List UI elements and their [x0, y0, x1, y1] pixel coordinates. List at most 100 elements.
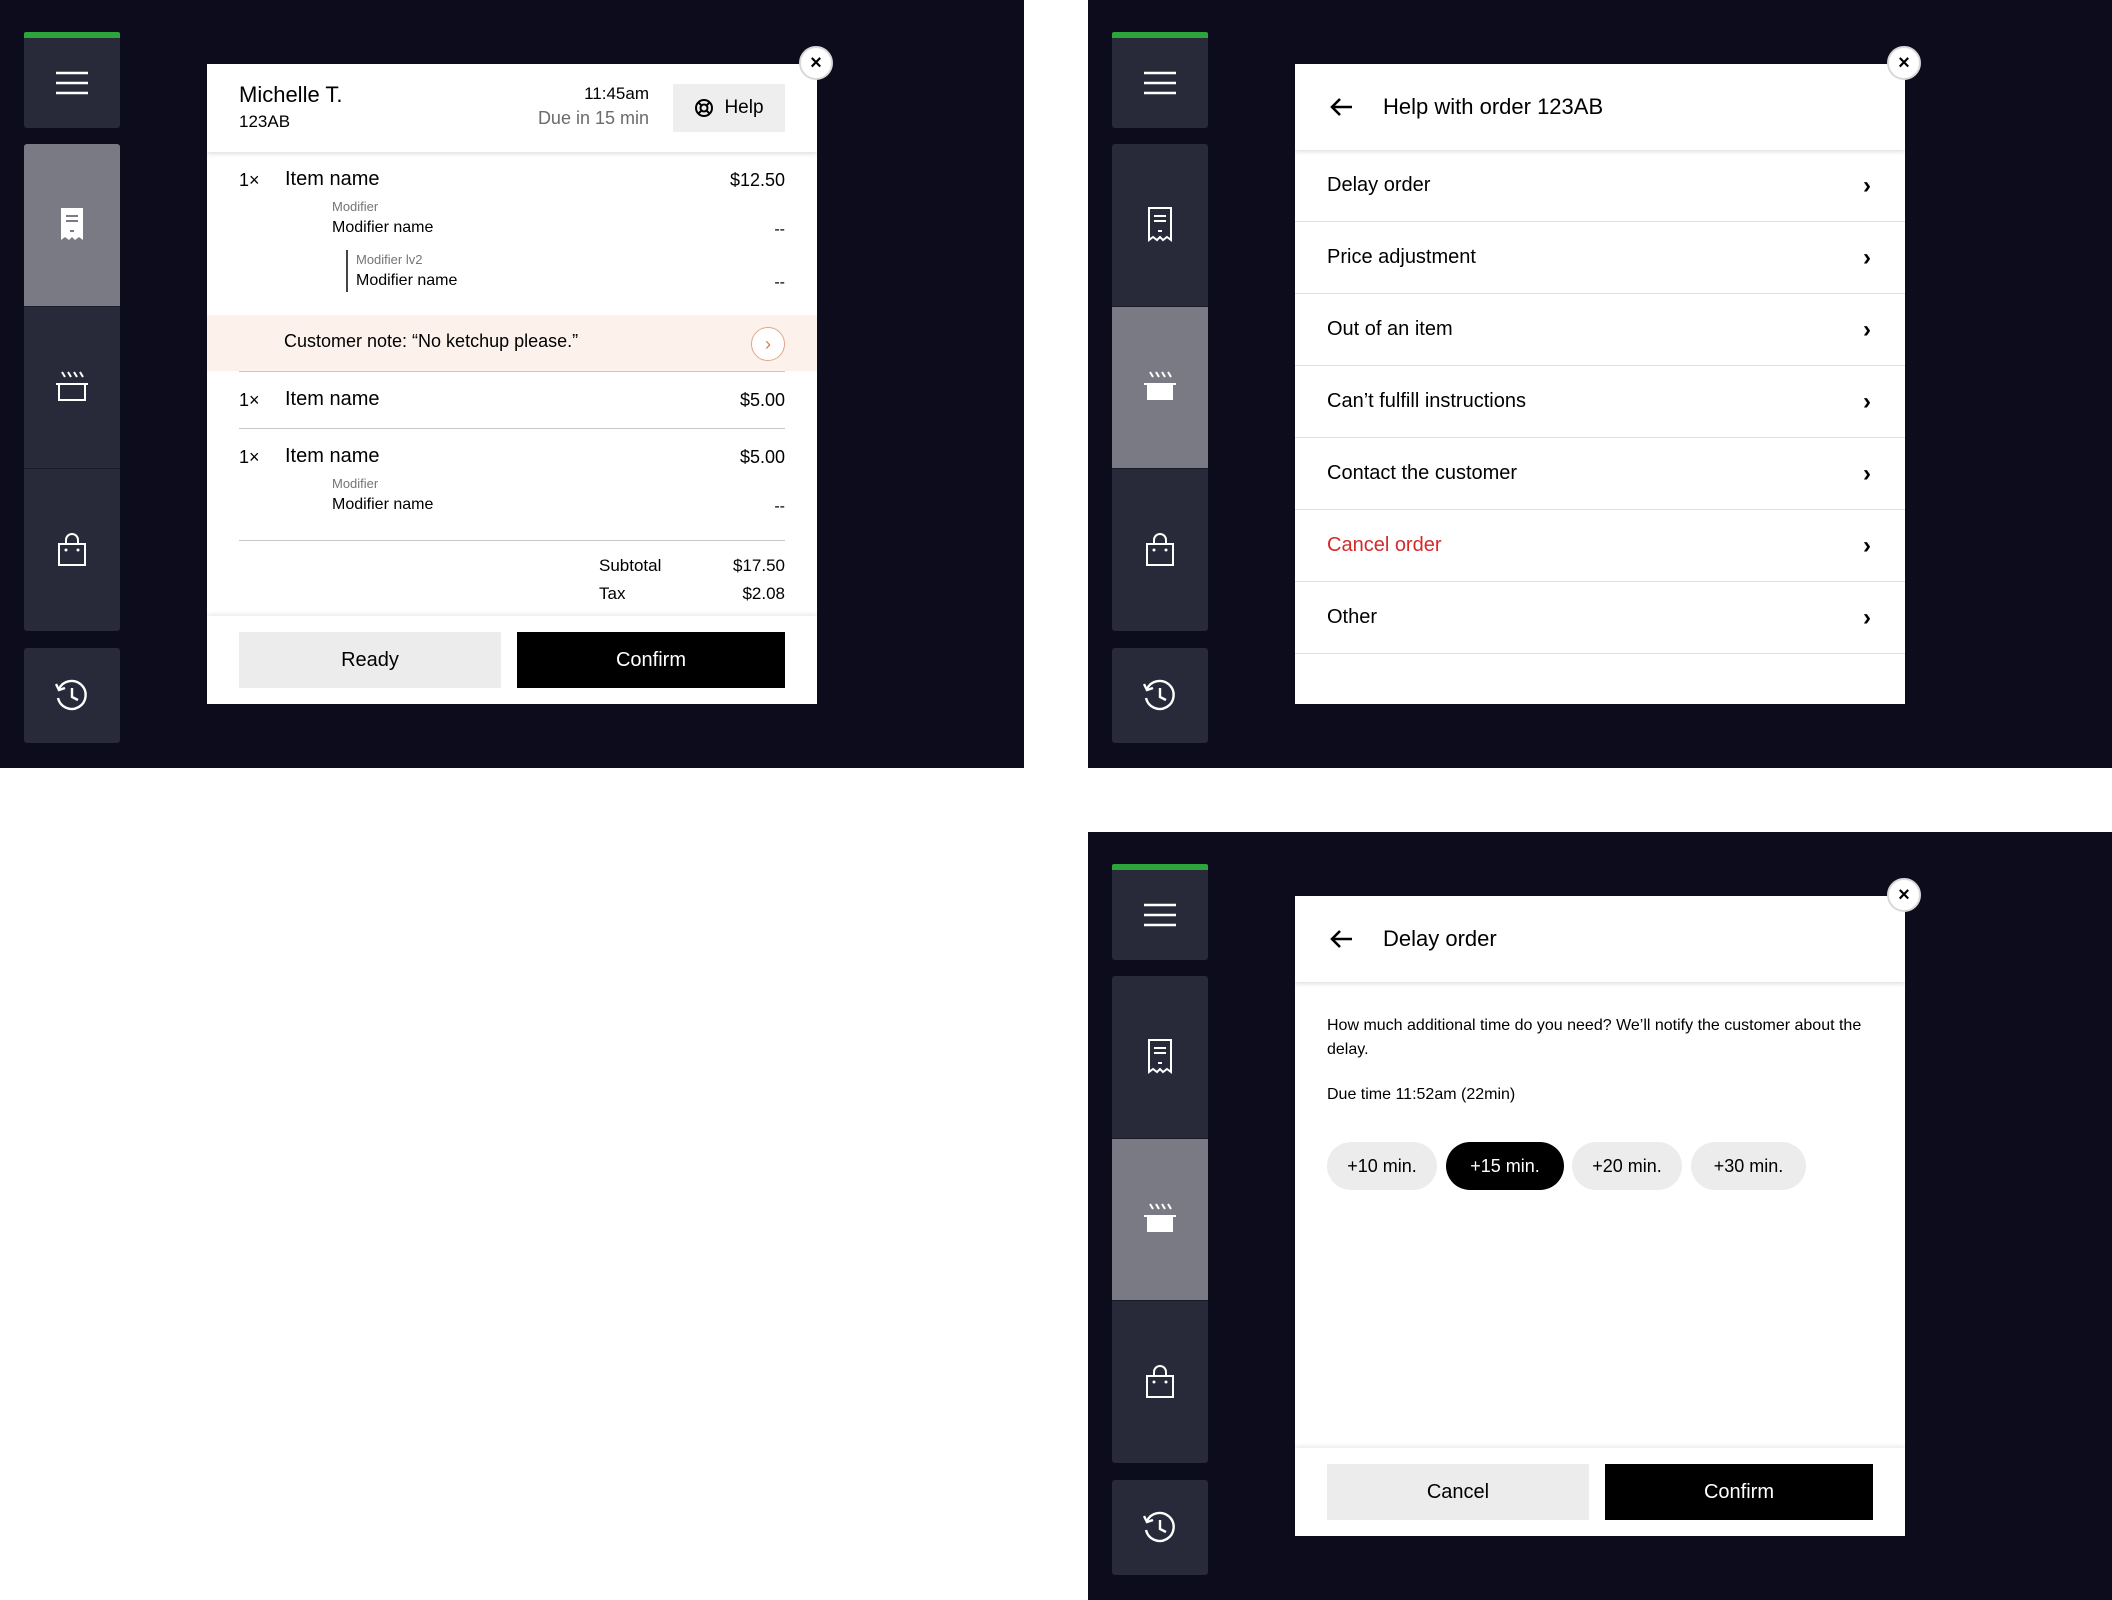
chevron-right-icon: ›: [1863, 532, 1871, 559]
confirm-button[interactable]: Confirm: [1605, 1464, 1873, 1520]
order-item: 1× Item name $12.50 Modifier Modifier na…: [239, 166, 785, 294]
customer-note-text: Customer note: “No ketchup please.”: [284, 331, 579, 351]
help-menu-screen: Help with order 123AB Delay order › Pric…: [1088, 0, 2112, 768]
shopping-bag-icon: [1146, 1364, 1174, 1398]
menu-icon: [56, 71, 88, 95]
receipt-icon: [61, 208, 83, 240]
help-option-out-of-item[interactable]: Out of an item ›: [1295, 294, 1905, 366]
history-button[interactable]: [24, 648, 120, 743]
delay-question: How much additional time do you need? We…: [1327, 1017, 1862, 1058]
close-icon[interactable]: ×: [1887, 878, 1921, 912]
divider: [239, 540, 785, 541]
chevron-right-icon: ›: [1863, 460, 1871, 487]
item-quantity: 1×: [239, 390, 260, 410]
tab-orders[interactable]: [1112, 976, 1208, 1138]
nav-tabs: [1112, 144, 1208, 631]
modifier-label: Modifier: [332, 199, 379, 214]
delay-option-30[interactable]: +30 min.: [1691, 1142, 1806, 1190]
tax-label: Tax: [599, 584, 626, 603]
help-panel: Help with order 123AB Delay order › Pric…: [1295, 64, 1905, 704]
receipt-icon: [1148, 207, 1172, 242]
menu-button[interactable]: [1112, 870, 1208, 960]
tab-cooking[interactable]: [1112, 1138, 1208, 1300]
delay-actions: Cancel Confirm: [1295, 1448, 1905, 1536]
close-icon[interactable]: ×: [1887, 46, 1921, 80]
modifier-lv2-name: Modifier name: [356, 272, 458, 289]
tab-pickup[interactable]: [1112, 1300, 1208, 1462]
chevron-right-icon: ›: [1863, 604, 1871, 631]
tab-pickup[interactable]: [24, 468, 120, 630]
ready-button[interactable]: Ready: [239, 632, 501, 688]
tab-cooking[interactable]: [24, 306, 120, 468]
help-title: Help with order 123AB: [1383, 94, 1604, 119]
nav-tabs: [1112, 976, 1208, 1463]
subtotal-label: Subtotal: [599, 556, 662, 575]
help-option-cant-fulfill[interactable]: Can’t fulfill instructions ›: [1295, 366, 1905, 438]
tab-orders[interactable]: [1112, 144, 1208, 306]
confirm-button[interactable]: Confirm: [517, 632, 785, 688]
order-header: Michelle T. 123AB 11:45am Due in 15 min …: [207, 64, 817, 152]
divider: [239, 371, 785, 372]
tab-orders[interactable]: [24, 144, 120, 306]
divider: [239, 428, 785, 429]
history-button[interactable]: [1112, 648, 1208, 743]
help-option-other[interactable]: Other ›: [1295, 582, 1905, 654]
option-label: Delay order: [1327, 174, 1431, 196]
modifier-name: Modifier name: [332, 496, 434, 513]
modifier-indent-bar: [346, 250, 348, 292]
chevron-right-icon: ›: [1863, 388, 1871, 415]
chevron-right-icon[interactable]: ›: [751, 327, 785, 361]
menu-button[interactable]: [24, 38, 120, 128]
subtotal-value: $17.50: [733, 556, 785, 575]
option-label: Can’t fulfill instructions: [1327, 390, 1526, 412]
chevron-right-icon: ›: [1863, 316, 1871, 343]
help-button[interactable]: Help: [673, 84, 785, 132]
delay-option-20[interactable]: +20 min.: [1572, 1142, 1682, 1190]
option-label: Price adjustment: [1327, 246, 1476, 268]
shopping-bag-icon: [58, 532, 86, 566]
item-quantity: 1×: [239, 447, 260, 467]
modifier-label: Modifier: [332, 476, 379, 491]
menu-icon: [1144, 71, 1176, 95]
tab-cooking[interactable]: [1112, 306, 1208, 468]
back-arrow-icon[interactable]: [1323, 89, 1359, 125]
chevron-right-icon: ›: [1863, 172, 1871, 199]
help-option-price-adjustment[interactable]: Price adjustment ›: [1295, 222, 1905, 294]
history-button[interactable]: [1112, 1480, 1208, 1575]
delay-panel: Delay order How much additional time do …: [1295, 896, 1905, 1536]
history-icon: [1142, 679, 1175, 710]
option-label: Cancel order: [1327, 534, 1442, 556]
customer-note[interactable]: Customer note: “No ketchup please.” ›: [207, 315, 817, 371]
tab-pickup[interactable]: [1112, 468, 1208, 630]
help-label: Help: [724, 97, 764, 118]
menu-button[interactable]: [1112, 38, 1208, 128]
delay-option-15[interactable]: +15 min.: [1446, 1142, 1564, 1190]
item-name: Item name: [285, 445, 380, 467]
delay-title: Delay order: [1383, 926, 1497, 951]
delay-order-screen: Delay order How much additional time do …: [1088, 832, 2112, 1600]
order-code: 123AB: [239, 112, 291, 131]
cooking-pot-icon: [1144, 1202, 1176, 1232]
order-item: 1× Item name $5.00 Modifier Modifier nam…: [239, 443, 785, 523]
history-icon: [54, 679, 87, 710]
delay-option-10[interactable]: +10 min.: [1327, 1142, 1437, 1190]
close-icon[interactable]: ×: [799, 46, 833, 80]
modifier-name: Modifier name: [332, 219, 434, 236]
back-arrow-icon[interactable]: [1323, 921, 1359, 957]
option-label: Contact the customer: [1327, 462, 1518, 484]
help-option-cancel-order[interactable]: Cancel order ›: [1295, 510, 1905, 582]
due-time: Due time 11:52am (22min): [1327, 1086, 1516, 1103]
modifier-price: --: [774, 221, 785, 238]
item-price: $5.00: [739, 390, 785, 410]
order-time: 11:45am: [584, 84, 649, 103]
modifier-price: --: [774, 498, 785, 515]
cancel-button[interactable]: Cancel: [1327, 1464, 1589, 1520]
help-option-contact-customer[interactable]: Contact the customer ›: [1295, 438, 1905, 510]
help-option-delay-order[interactable]: Delay order ›: [1295, 150, 1905, 222]
order-actions: Ready Confirm: [207, 616, 817, 704]
lifebuoy-icon: [695, 99, 714, 117]
delay-header: Delay order: [1295, 896, 1905, 982]
order-panel: Michelle T. 123AB 11:45am Due in 15 min …: [207, 64, 817, 704]
receipt-icon: [1148, 1039, 1172, 1074]
item-name: Item name: [285, 168, 380, 190]
